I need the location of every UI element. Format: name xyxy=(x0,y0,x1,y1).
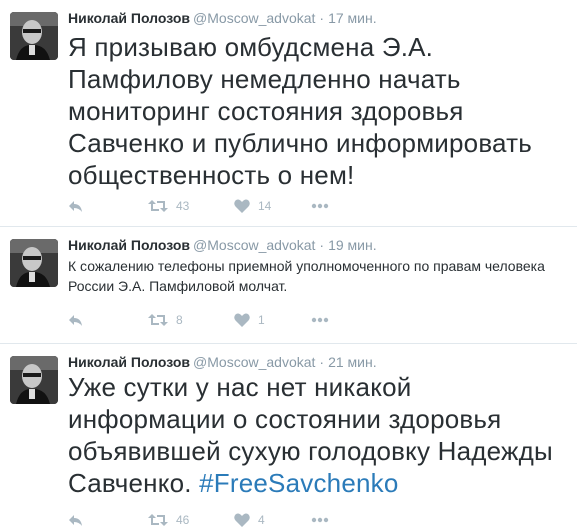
author-handle[interactable]: @Moscow_advokat xyxy=(193,10,315,26)
like-count: 14 xyxy=(258,199,272,213)
more-button[interactable] xyxy=(311,196,329,216)
author-name[interactable]: Николай Полозов xyxy=(68,354,190,370)
tweet-3[interactable]: Николай Полозов @Moscow_advokat · 21 мин. У… xyxy=(0,344,577,532)
avatar[interactable] xyxy=(10,356,58,404)
tweet-header: Николай Полозов @Moscow_advokat · 21 мин. xyxy=(68,353,377,371)
more-dots-icon xyxy=(311,203,329,209)
retweet-button[interactable]: 8 xyxy=(148,310,183,330)
hashtag-link[interactable]: #FreeSavchenko xyxy=(199,468,398,498)
retweet-count: 43 xyxy=(176,199,190,213)
reply-button[interactable] xyxy=(68,510,84,530)
more-dots-icon xyxy=(311,317,329,323)
retweet-icon xyxy=(148,200,168,212)
like-button[interactable]: 1 xyxy=(234,310,265,330)
tweet-text: Уже сутки у нас нет никакой информации о… xyxy=(68,371,568,499)
reply-button[interactable] xyxy=(68,196,84,216)
heart-icon xyxy=(234,313,250,327)
heart-icon xyxy=(234,513,250,527)
like-button[interactable]: 4 xyxy=(234,510,265,530)
like-count: 1 xyxy=(258,313,265,327)
avatar[interactable] xyxy=(10,239,58,287)
retweet-count: 46 xyxy=(176,513,190,527)
avatar-photo-icon xyxy=(10,12,58,60)
more-button[interactable] xyxy=(311,510,329,530)
author-name[interactable]: Николай Полозов xyxy=(68,10,190,26)
avatar-photo-icon xyxy=(10,239,58,287)
tweet-text: К сожалению телефоны приемной уполномоче… xyxy=(68,258,545,294)
retweet-icon xyxy=(148,314,168,326)
reply-button[interactable] xyxy=(68,310,84,330)
tweet-header: Николай Полозов @Moscow_advokat · 19 мин. xyxy=(68,236,377,254)
avatar-photo-icon xyxy=(10,356,58,404)
like-count: 4 xyxy=(258,513,265,527)
tweet-2[interactable]: Николай Полозов @Moscow_advokat · 19 мин. К… xyxy=(0,227,577,344)
separator: · xyxy=(319,10,325,26)
author-handle[interactable]: @Moscow_advokat xyxy=(193,354,315,370)
separator: · xyxy=(319,354,325,370)
retweet-count: 8 xyxy=(176,313,183,327)
author-name[interactable]: Николай Полозов xyxy=(68,237,190,253)
more-dots-icon xyxy=(311,517,329,523)
tweet-timeline: Николай Полозов @Moscow_advokat · 17 мин. Я… xyxy=(0,0,577,532)
avatar[interactable] xyxy=(10,12,58,60)
separator: · xyxy=(319,237,325,253)
timestamp[interactable]: 19 мин. xyxy=(328,237,377,253)
retweet-button[interactable]: 46 xyxy=(148,510,189,530)
retweet-button[interactable]: 43 xyxy=(148,196,189,216)
retweet-icon xyxy=(148,514,168,526)
timestamp[interactable]: 21 мин. xyxy=(328,354,377,370)
tweet-text: Я призываю омбудсмена Э.А. Памфилову нем… xyxy=(68,32,532,190)
tweet-header: Николай Полозов @Moscow_advokat · 17 мин. xyxy=(68,9,377,27)
reply-arrow-icon xyxy=(69,315,82,326)
tweet-1[interactable]: Николай Полозов @Moscow_advokat · 17 мин. Я… xyxy=(0,0,577,227)
timestamp[interactable]: 17 мин. xyxy=(328,10,377,26)
heart-icon xyxy=(234,199,250,213)
author-handle[interactable]: @Moscow_advokat xyxy=(193,237,315,253)
reply-arrow-icon xyxy=(69,201,82,212)
like-button[interactable]: 14 xyxy=(234,196,271,216)
more-button[interactable] xyxy=(311,310,329,330)
reply-arrow-icon xyxy=(69,515,82,526)
